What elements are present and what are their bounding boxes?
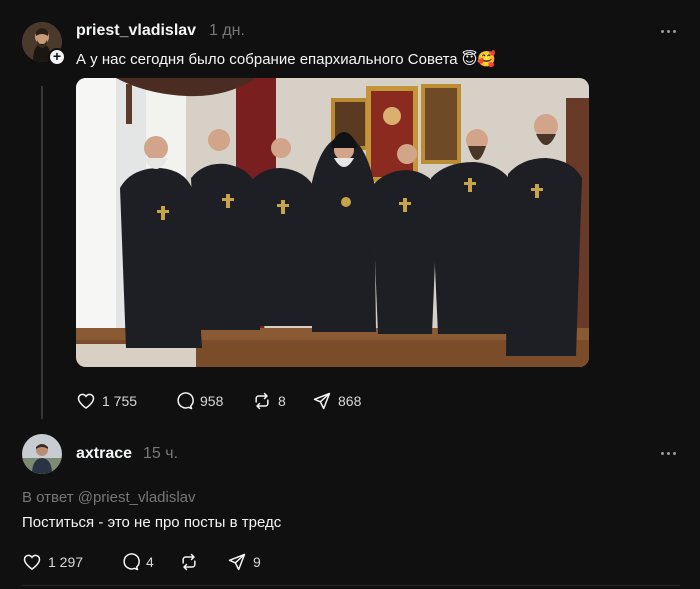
repost-count: 8 <box>278 393 286 409</box>
post-time: 15 ч. <box>143 445 179 462</box>
share-icon <box>228 553 246 571</box>
comment-count: 958 <box>200 393 224 409</box>
repost-button[interactable] <box>179 550 205 574</box>
post-photo[interactable] <box>76 78 589 367</box>
comment-button[interactable]: 4 <box>120 550 154 574</box>
share-count: 9 <box>253 554 261 570</box>
avatar-axtrace[interactable] <box>22 434 62 474</box>
repost-button[interactable]: 8 <box>252 389 286 413</box>
post-author[interactable]: axtrace <box>76 445 132 463</box>
repost-icon <box>255 392 269 410</box>
post-axtrace: axtrace 15 ч. В ответ @priest_vladislav … <box>0 420 700 589</box>
divider <box>22 585 680 586</box>
more-icon[interactable] <box>659 24 679 40</box>
repost-icon <box>182 553 196 571</box>
share-icon <box>313 392 331 410</box>
comment-icon <box>177 392 194 410</box>
like-count: 1 297 <box>48 554 84 570</box>
post-author[interactable]: priest_vladislav <box>76 22 196 40</box>
thread-line <box>41 86 43 419</box>
post-text: А у нас сегодня было собрание епархиальн… <box>76 51 497 68</box>
share-button[interactable]: 868 <box>312 389 361 413</box>
follow-plus-icon[interactable]: + <box>48 48 66 66</box>
like-button[interactable]: 1 297 <box>22 550 83 574</box>
share-button[interactable]: 9 <box>227 550 261 574</box>
post-time: 1 дн. <box>209 22 245 39</box>
post-actions: 1 297 4 9 <box>22 550 422 574</box>
post-priest-vladislav: + priest_vladislav 1 дн. А у нас сегодня… <box>0 0 700 420</box>
share-count: 868 <box>338 393 362 409</box>
reply-to-label[interactable]: В ответ @priest_vladislav <box>22 489 196 506</box>
post-text: Поститься - это не про посты в тредс <box>22 514 282 531</box>
comment-button[interactable]: 958 <box>174 389 223 413</box>
comment-count: 4 <box>146 554 154 570</box>
comment-icon <box>123 553 140 571</box>
more-icon[interactable] <box>659 446 679 462</box>
like-button[interactable]: 1 755 <box>76 389 137 413</box>
post-actions: 1 755 958 8 868 <box>76 389 476 413</box>
heart-icon <box>23 554 41 571</box>
heart-icon <box>77 393 95 410</box>
like-count: 1 755 <box>102 393 138 409</box>
